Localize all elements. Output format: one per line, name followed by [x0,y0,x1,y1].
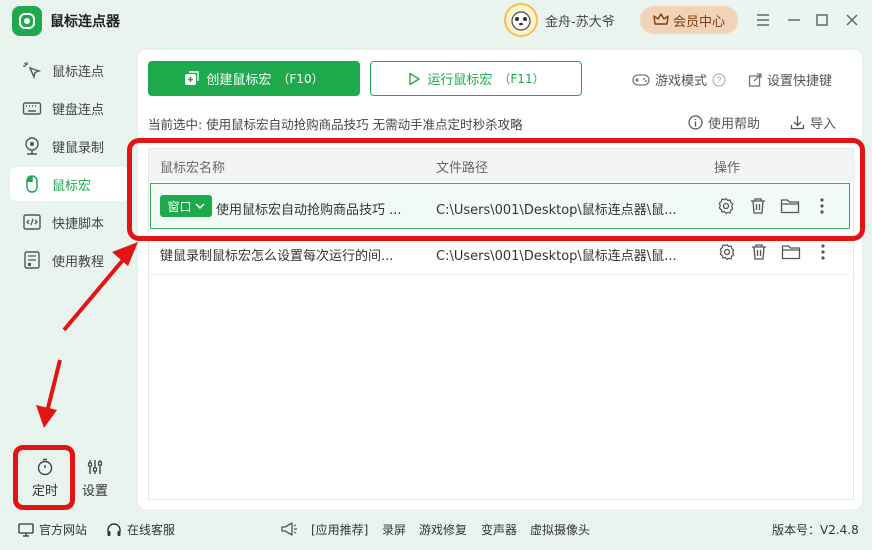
arrowhead [112,242,138,266]
monitor-icon [18,522,34,537]
annotation-arrows [36,242,138,428]
app-link-virtual-camera[interactable]: 虚拟摄像头 [530,521,590,538]
website-label: 官方网站 [39,523,88,537]
arrow-line [62,252,130,332]
arrow-line [45,359,62,413]
arrowhead [36,405,57,428]
app-link-record[interactable]: 录屏 [382,521,406,538]
app-link-game-repair[interactable]: 游戏修复 [419,521,467,538]
app-link-voice-changer[interactable]: 变声器 [481,521,517,538]
support-link[interactable]: 在线客服 [106,521,175,538]
website-link[interactable]: 官方网站 [18,521,87,538]
support-label: 在线客服 [127,523,176,537]
megaphone-icon [280,521,298,537]
version-label: 版本号：V2.4.8 [772,523,859,537]
headset-icon [106,522,122,538]
recommend-label: [应用推荐] [311,523,369,537]
